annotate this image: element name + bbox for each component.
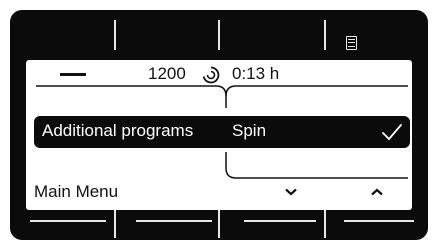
selected-program-label: Additional programs — [42, 121, 194, 140]
check-icon — [382, 124, 402, 141]
selected-program-row[interactable]: Additional programs Spin — [34, 116, 410, 148]
chevron-down-icon[interactable] — [284, 188, 298, 196]
main-menu-label[interactable]: Main Menu — [34, 182, 118, 202]
selected-program-value: Spin — [232, 121, 267, 140]
chevron-up-icon[interactable] — [370, 188, 384, 196]
